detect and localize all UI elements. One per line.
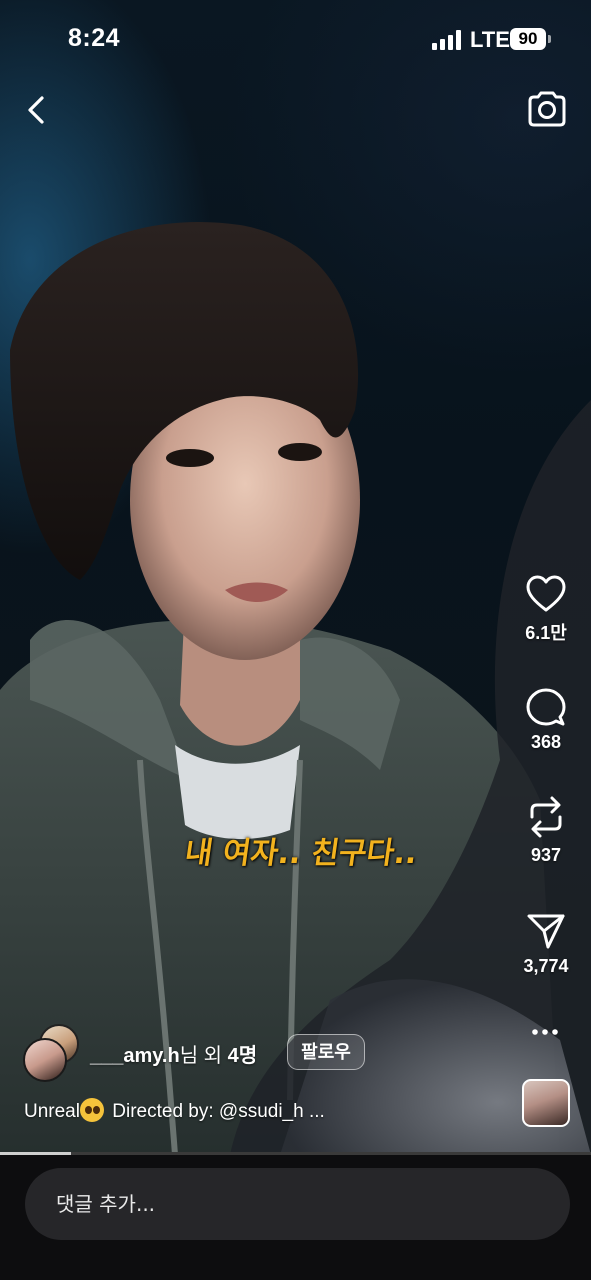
video-subtitle: 내 여자.. 친구다.. [182, 836, 420, 871]
repost-icon [530, 796, 562, 838]
author-username[interactable]: ___amy.h [90, 1045, 180, 1067]
bottom-bar: 댓글 추가... [0, 1155, 591, 1280]
avatar [23, 1038, 67, 1082]
battery-icon: 90 [510, 28, 551, 50]
repost-count: 937 [530, 845, 562, 865]
battery-tip [548, 35, 551, 43]
signal-icon [432, 30, 461, 50]
back-arrow-icon [28, 96, 44, 124]
share-count: 3,774 [523, 956, 569, 976]
author-avatars[interactable] [23, 1024, 83, 1082]
status-bar: 8:24 LTE 90 [0, 0, 591, 80]
follow-button[interactable]: 팔로우 [287, 1034, 365, 1070]
video-frame[interactable] [0, 0, 591, 1155]
comment-count: 368 [530, 732, 562, 752]
camera-button[interactable] [526, 90, 568, 128]
paper-plane-icon [527, 914, 565, 949]
reel-screen: 8:24 LTE 90 내 여자.. 친구다.. 6.1만 368 937 3,… [0, 0, 591, 1280]
network-label: LTE [470, 27, 510, 52]
caption[interactable]: Unreal Directed by: @ssudi_h ... [24, 1098, 494, 1123]
speech-bubble-icon [526, 688, 566, 726]
heart-icon [526, 575, 566, 612]
pleading-face-icon [79, 1098, 104, 1122]
audio-thumbnail[interactable] [522, 1079, 570, 1127]
share-button[interactable]: 3,774 [508, 912, 584, 977]
like-button[interactable]: 6.1만 [508, 575, 584, 645]
caption-lead: Unreal [24, 1101, 80, 1122]
video-scene [0, 221, 591, 1155]
author-suffix: 님 외 [179, 1045, 228, 1067]
status-time: 8:24 [68, 24, 121, 52]
comment-input[interactable]: 댓글 추가... [25, 1168, 570, 1240]
caption-text: Directed by: @ssudi_h ... [106, 1101, 325, 1122]
more-options-button[interactable] [526, 1020, 564, 1044]
camera-icon [528, 91, 566, 127]
author-count: 4명 [227, 1045, 258, 1067]
back-button[interactable] [20, 90, 56, 130]
like-count: 6.1만 [525, 623, 567, 643]
comment-button[interactable]: 368 [508, 688, 584, 753]
battery-level: 90 [510, 28, 546, 50]
ellipsis-icon [532, 1029, 558, 1035]
repost-button[interactable]: 937 [508, 795, 584, 866]
author-line[interactable]: ___amy.h님 외 4명 [90, 1039, 257, 1068]
